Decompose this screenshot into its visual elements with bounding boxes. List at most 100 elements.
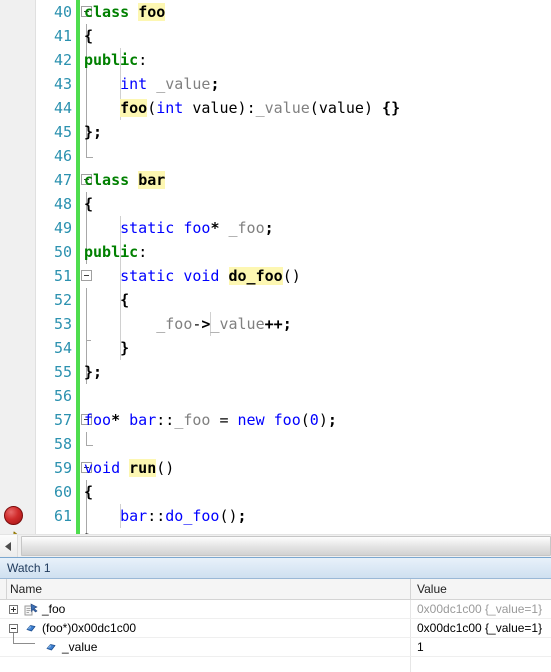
watch-value-cell[interactable]: 1	[411, 638, 551, 657]
change-tracking-bar	[76, 384, 80, 408]
code-line[interactable]: 43 int _value;	[0, 72, 551, 96]
code-line-text: void run()	[84, 459, 175, 477]
expand-toggle-icon[interactable]	[9, 605, 18, 614]
code-line[interactable]: 51 static void do_foo()	[0, 264, 551, 288]
code-line-text: class foo	[84, 3, 166, 21]
line-number: 46	[53, 147, 72, 165]
code-lines[interactable]: 40 class foo 41{42 public: 43 int _value; 44 …	[0, 0, 551, 534]
line-number: 57	[53, 411, 72, 429]
watch-name-cell[interactable]: (foo*)0x00dc1c00	[0, 619, 411, 638]
watch-row[interactable]: (foo*)0x00dc1c00 0x00dc1c00 {_value=1}	[0, 619, 551, 638]
code-line[interactable]: 40 class foo	[0, 0, 551, 24]
scrollbar-thumb[interactable]	[21, 536, 551, 556]
line-number: 42	[53, 51, 72, 69]
watch-panel-title[interactable]: Watch 1	[0, 558, 551, 579]
code-line[interactable]: 56	[0, 384, 551, 408]
outlining-fold-end	[86, 432, 93, 446]
code-line-text: _foo->_value++;	[156, 315, 292, 333]
code-line[interactable]: 53 _foo->_value++;	[0, 312, 551, 336]
line-number: 55	[53, 363, 72, 381]
watch-name-cell[interactable]: _value	[0, 633, 411, 657]
change-tracking-bar	[76, 360, 80, 384]
code-line[interactable]: 58	[0, 432, 551, 456]
watch-grid[interactable]: Name Value _foo 0x00dc1c00 {_value=1} (foo…	[0, 579, 551, 672]
change-tracking-bar	[76, 432, 80, 456]
line-number: 51	[53, 267, 72, 285]
code-line-text: bar::do_foo();	[120, 507, 247, 525]
pointer-field-icon	[24, 603, 38, 617]
code-line[interactable]: 55};	[0, 360, 551, 384]
code-line[interactable]: 45};	[0, 120, 551, 144]
watch-name-cell[interactable]: _foo	[0, 600, 411, 619]
line-number: 54	[53, 339, 72, 357]
breakpoint-marker-icon[interactable]	[4, 506, 23, 525]
code-line[interactable]: 42 public:	[0, 48, 551, 72]
line-number: 56	[53, 387, 72, 405]
watch-row[interactable]: _foo 0x00dc1c00 {_value=1}	[0, 600, 551, 619]
line-number: 50	[53, 243, 72, 261]
code-line-text: int _value;	[120, 75, 220, 93]
code-line[interactable]: 61 bar::do_foo();	[0, 504, 551, 528]
line-number: 43	[53, 75, 72, 93]
code-line-text: {	[120, 291, 130, 309]
code-line[interactable]: 57 foo* bar::_foo = new foo(0);	[0, 408, 551, 432]
watch-empty-name-cell[interactable]	[0, 657, 411, 672]
change-tracking-bar	[76, 456, 80, 480]
code-line-text: };	[84, 363, 103, 381]
code-line-text: {	[84, 195, 94, 213]
visual-studio-debugger-window: 40 class foo 41{42 public: 43 int _value; 44 …	[0, 0, 551, 672]
code-line-text: }	[120, 339, 130, 357]
watch-empty-value-cell[interactable]	[411, 657, 551, 672]
editor-horizontal-scrollbar[interactable]	[0, 534, 551, 557]
code-line-text: {	[84, 27, 94, 45]
change-tracking-bar	[76, 264, 80, 288]
code-line[interactable]: 46	[0, 144, 551, 168]
change-tracking-bar	[76, 144, 80, 168]
code-line-text: {	[84, 483, 94, 501]
watch-expression-name: (foo*)0x00dc1c00	[42, 621, 137, 635]
code-line[interactable]: 54 }	[0, 336, 551, 360]
code-line-text: };	[84, 123, 103, 141]
line-number: 41	[53, 27, 72, 45]
collapse-toggle-icon[interactable]	[9, 624, 18, 633]
code-line[interactable]: 41 {	[0, 24, 551, 48]
outlining-fold-end	[86, 144, 93, 158]
change-tracking-bar	[76, 72, 80, 96]
watch-value-cell[interactable]: 0x00dc1c00 {_value=1}	[411, 619, 551, 638]
code-editor[interactable]: 40 class foo 41{42 public: 43 int _value; 44 …	[0, 0, 551, 534]
change-tracking-bar	[76, 96, 80, 120]
column-header-value[interactable]: Value	[411, 579, 551, 599]
code-line[interactable]: 48 {	[0, 192, 551, 216]
watch-empty-row[interactable]	[0, 657, 551, 672]
watch-panel: Watch 1 Name Value _foo 0x00dc1c00 {_valu…	[0, 557, 551, 672]
code-line[interactable]: 47 class bar	[0, 168, 551, 192]
line-number: 45	[53, 123, 72, 141]
watch-value-cell[interactable]: 0x00dc1c00 {_value=1}	[411, 600, 551, 619]
change-tracking-bar	[76, 312, 80, 336]
change-tracking-bar	[76, 48, 80, 72]
code-line[interactable]: 52 {	[0, 288, 551, 312]
code-line-text: class bar	[84, 171, 166, 189]
code-line[interactable]: 59 void run()	[0, 456, 551, 480]
tree-elbow-connector	[13, 633, 35, 644]
watch-expression-name: _value	[62, 640, 98, 654]
code-line-text: static void do_foo()	[120, 267, 301, 285]
watch-row[interactable]: _value 1	[0, 633, 551, 657]
line-number: 40	[53, 3, 72, 21]
line-number: 59	[53, 459, 72, 477]
change-tracking-bar	[76, 216, 80, 240]
change-tracking-bar	[76, 168, 80, 192]
code-line[interactable]: 50 public:	[0, 240, 551, 264]
code-line[interactable]: 44 foo(int value):_value(value) {}	[0, 96, 551, 120]
code-line[interactable]: 49 static foo* _foo;	[0, 216, 551, 240]
line-number: 44	[53, 99, 72, 117]
column-header-name[interactable]: Name	[0, 579, 411, 599]
change-tracking-bar	[76, 408, 80, 432]
code-line[interactable]: 60 {	[0, 480, 551, 504]
line-number: 52	[53, 291, 72, 309]
scroll-left-arrow-icon[interactable]	[0, 535, 18, 557]
line-number: 48	[53, 195, 72, 213]
line-number: 49	[53, 219, 72, 237]
line-number: 60	[53, 483, 72, 501]
code-line-text: public:	[84, 51, 148, 69]
